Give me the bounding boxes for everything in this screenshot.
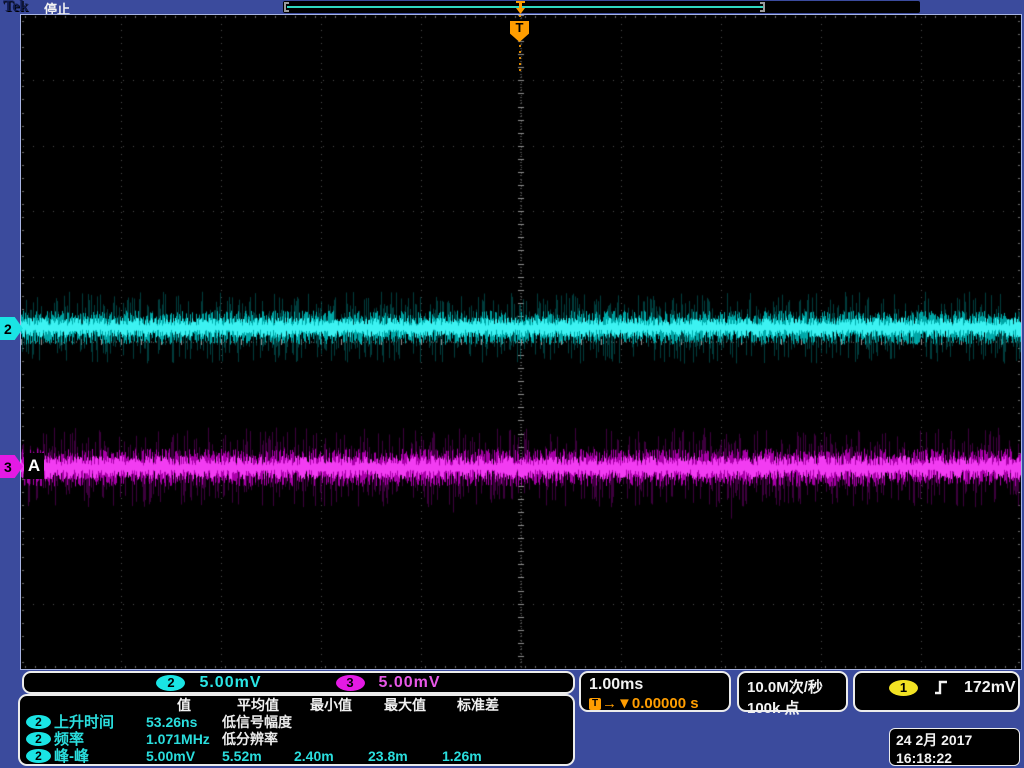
rising-edge-icon (934, 680, 948, 695)
measurement-row-channel-badge: 2 (24, 732, 54, 746)
trigger-t-icon: T (589, 698, 601, 710)
measurement-min: 2.40m (294, 748, 368, 764)
measurement-panel: 值 平均值 最小值 最大值 标准差 2 上升时间 53.26ns 低信号幅度 2… (18, 694, 575, 766)
channel-3-scale: 5.00mV (379, 674, 441, 692)
trigger-time-value: 0.00000 s (632, 695, 699, 712)
record-end-bracket (760, 2, 765, 12)
trigger-time-position: T→▼0.00000 s (589, 695, 721, 712)
trigger-readout: 1 172mV (853, 671, 1020, 712)
waveform-display (20, 14, 1022, 670)
measurement-max: 23.8m (368, 748, 442, 764)
col-header-std: 标准差 (442, 695, 514, 715)
trigger-arrow-icon: →▼ (602, 695, 632, 712)
date-value: 24 2月 2017 (896, 730, 1013, 750)
trigger-source-badge: 1 (889, 680, 918, 696)
measurement-mean: 5.52m (222, 748, 294, 764)
sample-rate: 10.0M次/秒 (747, 676, 838, 697)
col-header-min: 最小值 (294, 695, 368, 715)
col-header-value: 值 (146, 695, 222, 715)
channel-2-badge: 2 (156, 675, 185, 691)
record-length: 100k 点 (747, 697, 838, 718)
measurement-value: 5.00mV (146, 748, 222, 764)
record-view-bar (283, 1, 920, 13)
time-per-division: 1.00ms (589, 676, 721, 694)
record-length-line (287, 6, 763, 8)
horizontal-readout: 1.00ms T→▼0.00000 s (579, 671, 731, 712)
acquisition-readout: 10.0M次/秒 100k 点 (737, 671, 848, 712)
record-start-bracket (284, 2, 289, 12)
top-status-bar: Tek 停止 (0, 0, 1024, 14)
trigger-level: 172mV (964, 679, 1016, 697)
measurement-mean: 低分辨率 (222, 729, 294, 749)
oscilloscope-screen: { "header": { "logo": "Tek", "status": "… (0, 0, 1024, 768)
time-value: 16:18:22 (896, 750, 1013, 766)
trigger-position-mini-icon (516, 1, 525, 14)
measurement-row-channel-badge: 2 (24, 715, 54, 729)
graticule-and-traces-canvas (21, 15, 1021, 669)
datetime-readout: 24 2月 2017 16:18:22 (889, 728, 1020, 766)
marker-a-label: A (24, 453, 44, 479)
channel-2-scale: 5.00mV (199, 674, 261, 692)
measurement-row-channel-badge: 2 (24, 749, 54, 763)
measurement-label: 峰-峰 (54, 745, 146, 766)
channel-scale-readout: 2 5.00mV 3 5.00mV (22, 671, 575, 694)
measurement-std: 1.26m (442, 748, 514, 764)
col-header-max: 最大值 (368, 695, 442, 715)
measurement-value: 1.071MHz (146, 731, 222, 747)
channel-3-badge: 3 (336, 675, 365, 691)
measurement-value: 53.26ns (146, 714, 222, 730)
